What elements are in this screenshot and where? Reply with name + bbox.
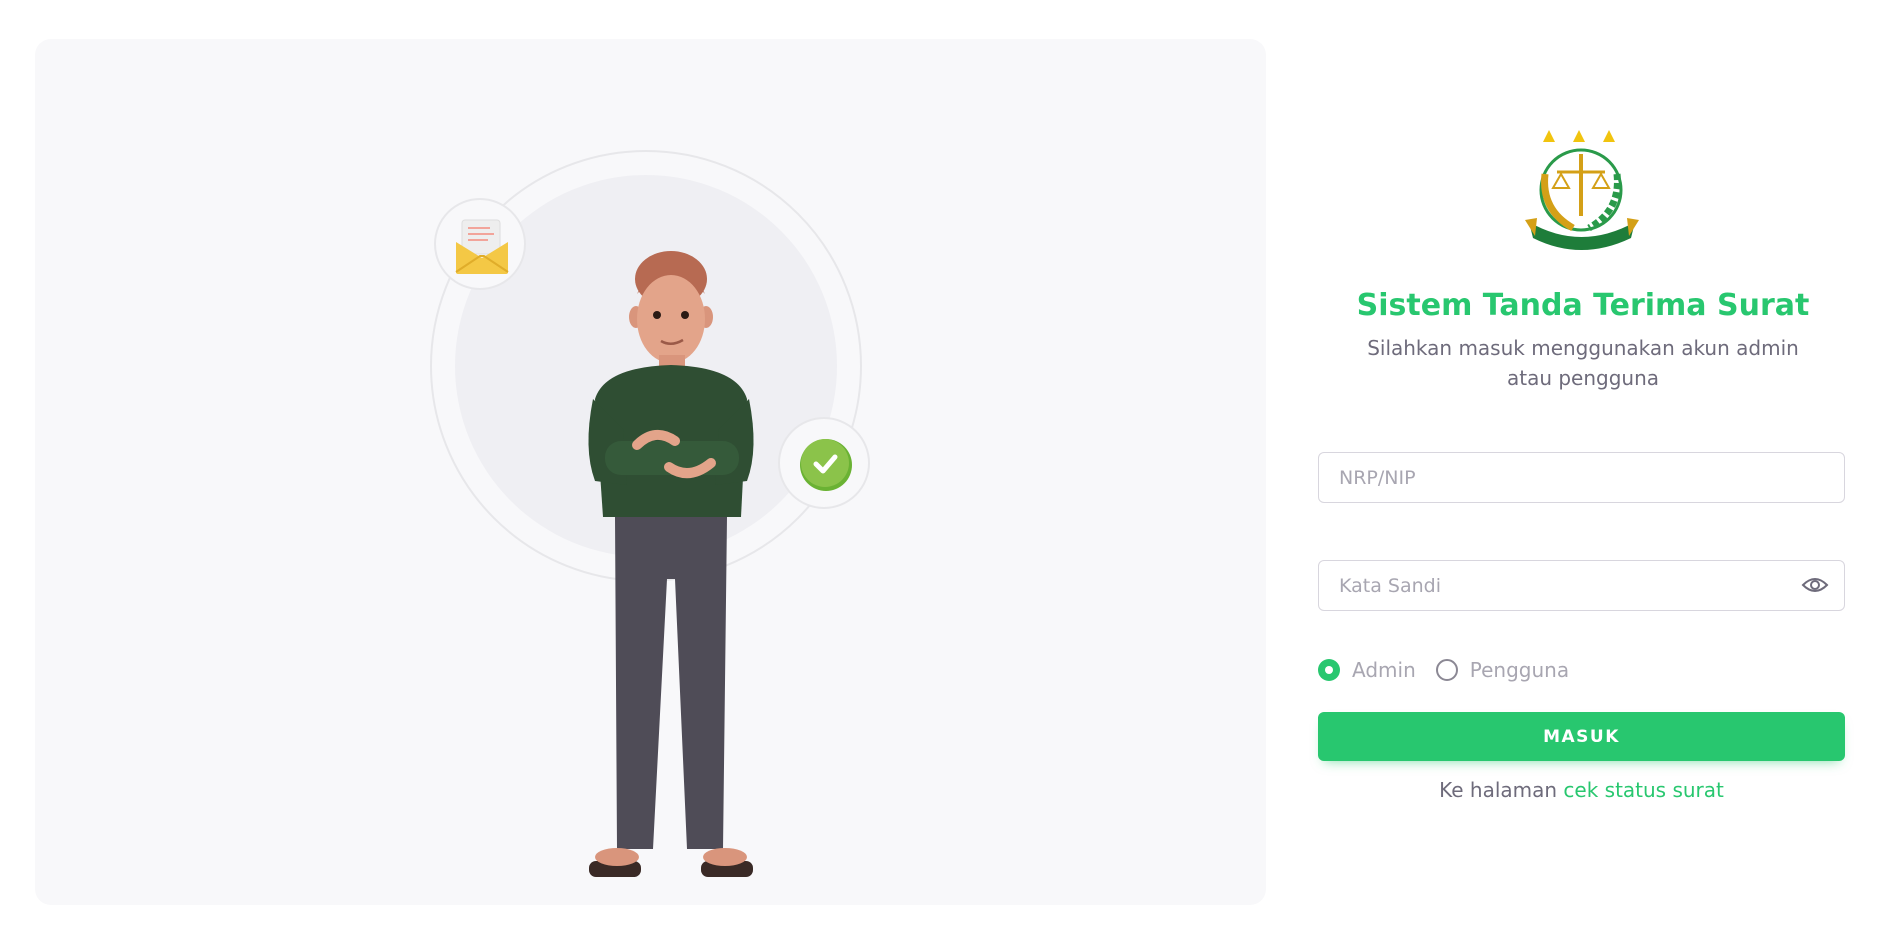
page-title: Sistem Tanda Terima Surat [1356,288,1810,323]
status-link-row: Ke halaman cek status surat [1318,778,1845,802]
mail-badge [434,198,526,290]
role-admin-option[interactable]: Admin [1318,658,1416,682]
person-illustration [588,251,754,877]
role-pengguna-option[interactable]: Pengguna [1435,658,1570,682]
mail-envelope-icon [455,219,509,274]
role-selector: Admin Pengguna [1318,657,1589,683]
role-pengguna-radio[interactable] [1435,659,1458,681]
eye-icon[interactable] [1801,574,1829,596]
role-admin-label: Admin [1352,658,1416,682]
login-panel: Sistem Tanda Terima Surat Silahkan masuk… [1318,0,1848,937]
role-pengguna-label: Pengguna [1469,658,1570,682]
password-field [1318,560,1845,611]
page-subtitle: Silahkan masuk menggunakan akun admin at… [1367,336,1799,390]
check-badge [778,417,870,509]
illustration-panel [35,39,1266,905]
masuk-button[interactable]: MASUK [1318,712,1845,761]
kejaksaan-emblem-icon [1525,130,1639,250]
cek-status-link[interactable]: cek status surat [1563,778,1723,802]
password-input[interactable] [1318,560,1845,611]
role-admin-radio[interactable] [1318,659,1340,681]
footer-text: Ke halaman [1439,778,1564,802]
nrp-nip-input[interactable] [1318,452,1845,503]
check-circle-icon [800,439,852,491]
